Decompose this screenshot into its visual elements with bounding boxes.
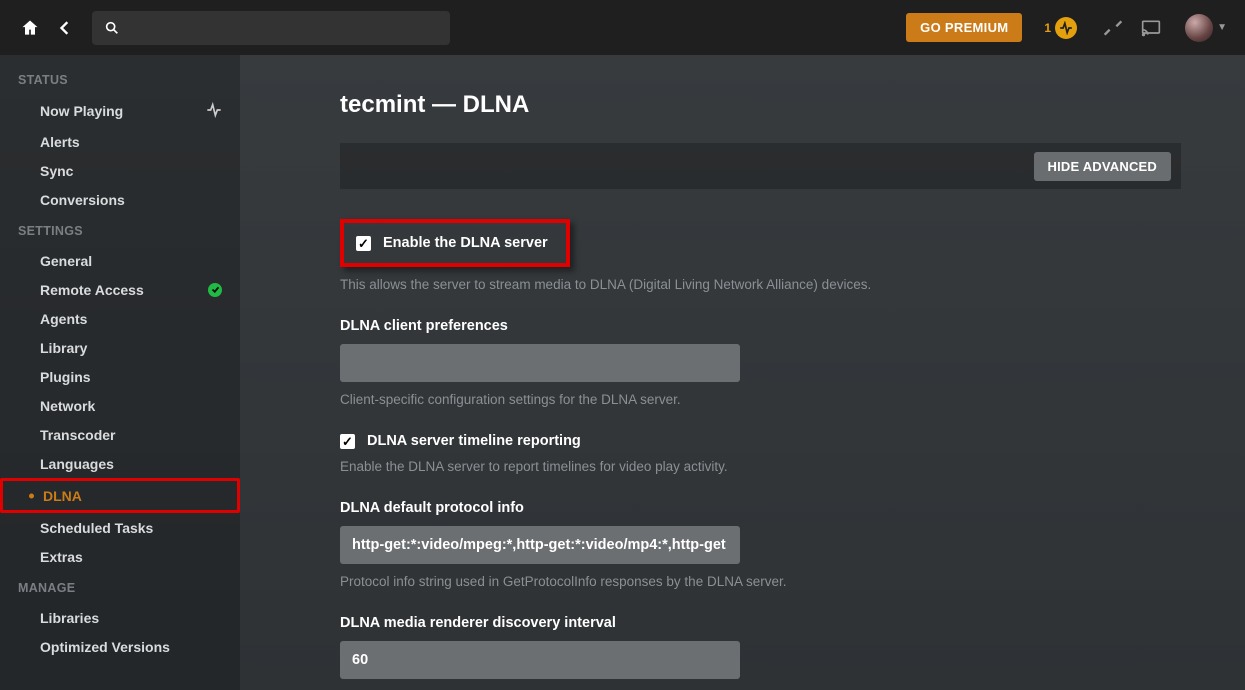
cast-icon[interactable] xyxy=(1141,18,1161,38)
activity-pulse-icon xyxy=(206,102,222,121)
sidebar-item-label: Scheduled Tasks xyxy=(40,520,153,536)
sidebar-item-label: Conversions xyxy=(40,192,125,208)
tools-icon[interactable] xyxy=(1103,18,1123,38)
sidebar-item-label: Transcoder xyxy=(40,427,115,443)
activity-indicator[interactable]: 1 xyxy=(1044,17,1077,39)
sidebar-item-label: Extras xyxy=(40,549,83,565)
client-pref-input[interactable] xyxy=(340,344,740,382)
activity-icon xyxy=(1055,17,1077,39)
sidebar-item-general[interactable]: General xyxy=(0,246,240,275)
sidebar-item-languages[interactable]: Languages xyxy=(0,449,240,478)
sidebar-item-label: Optimized Versions xyxy=(40,639,170,655)
sidebar-item-label: Remote Access xyxy=(40,282,144,298)
chevron-down-icon: ▼ xyxy=(1217,22,1227,33)
sidebar-item-conversions[interactable]: Conversions xyxy=(0,185,240,214)
sidebar-item-library[interactable]: Library xyxy=(0,333,240,362)
sidebar-item-scheduled-tasks[interactable]: Scheduled Tasks xyxy=(0,513,240,542)
client-pref-help: Client-specific configuration settings f… xyxy=(340,392,1181,407)
go-premium-button[interactable]: GO PREMIUM xyxy=(906,13,1022,42)
page-title: tecmint — DLNA xyxy=(340,91,1181,119)
protocol-help: Protocol info string used in GetProtocol… xyxy=(340,574,1181,589)
sidebar-item-label: Alerts xyxy=(40,134,80,150)
sidebar-item-extras[interactable]: Extras xyxy=(0,542,240,571)
timeline-help: Enable the DLNA server to report timelin… xyxy=(340,459,1181,474)
sidebar-item-agents[interactable]: Agents xyxy=(0,304,240,333)
search-input[interactable] xyxy=(92,11,450,45)
sidebar-item-label: Now Playing xyxy=(40,103,123,119)
sidebar-item-now-playing[interactable]: Now Playing xyxy=(0,95,240,127)
user-menu[interactable]: ▼ xyxy=(1179,14,1227,42)
sidebar-item-label: Agents xyxy=(40,311,87,327)
sidebar-item-label: Languages xyxy=(40,456,114,472)
sidebar-item-label: Libraries xyxy=(40,610,99,626)
activity-count: 1 xyxy=(1044,21,1051,35)
sidebar-item-sync[interactable]: Sync xyxy=(0,156,240,185)
main-content: tecmint — DLNA HIDE ADVANCED Enable the … xyxy=(240,55,1245,690)
renderer-input[interactable] xyxy=(340,641,740,679)
back-icon[interactable] xyxy=(52,16,76,40)
sidebar: STATUS Now Playing Alerts Sync Conversio… xyxy=(0,55,240,690)
sidebar-item-label: Sync xyxy=(40,163,73,179)
protocol-label: DLNA default protocol info xyxy=(340,500,1181,516)
timeline-checkbox[interactable] xyxy=(340,434,355,449)
enable-dlna-checkbox[interactable] xyxy=(356,236,371,251)
enable-dlna-highlight: Enable the DLNA server xyxy=(340,219,570,267)
renderer-label: DLNA media renderer discovery interval xyxy=(340,615,1181,631)
enable-dlna-label: Enable the DLNA server xyxy=(383,235,548,251)
sidebar-item-label: Network xyxy=(40,398,95,414)
timeline-label: DLNA server timeline reporting xyxy=(367,433,581,449)
hide-advanced-button[interactable]: HIDE ADVANCED xyxy=(1034,152,1172,181)
sidebar-item-dlna[interactable]: DLNA xyxy=(0,478,240,513)
sidebar-item-transcoder[interactable]: Transcoder xyxy=(0,420,240,449)
sidebar-section-manage: MANAGE xyxy=(0,571,240,603)
sidebar-section-status: STATUS xyxy=(0,63,240,95)
check-circle-icon xyxy=(208,283,222,297)
sidebar-item-label: Library xyxy=(40,340,87,356)
sidebar-item-label: Plugins xyxy=(40,369,91,385)
sidebar-item-alerts[interactable]: Alerts xyxy=(0,127,240,156)
avatar xyxy=(1185,14,1213,42)
topbar: GO PREMIUM 1 ▼ xyxy=(0,0,1245,55)
sidebar-item-libraries[interactable]: Libraries xyxy=(0,603,240,632)
protocol-input[interactable] xyxy=(340,526,740,564)
sidebar-item-remote-access[interactable]: Remote Access xyxy=(0,275,240,304)
sidebar-section-settings: SETTINGS xyxy=(0,214,240,246)
sidebar-item-network[interactable]: Network xyxy=(0,391,240,420)
sidebar-item-plugins[interactable]: Plugins xyxy=(0,362,240,391)
advanced-bar: HIDE ADVANCED xyxy=(340,143,1181,189)
sidebar-item-label: DLNA xyxy=(43,488,82,504)
enable-dlna-help: This allows the server to stream media t… xyxy=(340,277,1181,292)
sidebar-item-label: General xyxy=(40,253,92,269)
home-icon[interactable] xyxy=(18,16,42,40)
client-pref-label: DLNA client preferences xyxy=(340,318,1181,334)
sidebar-item-optimized-versions[interactable]: Optimized Versions xyxy=(0,632,240,661)
